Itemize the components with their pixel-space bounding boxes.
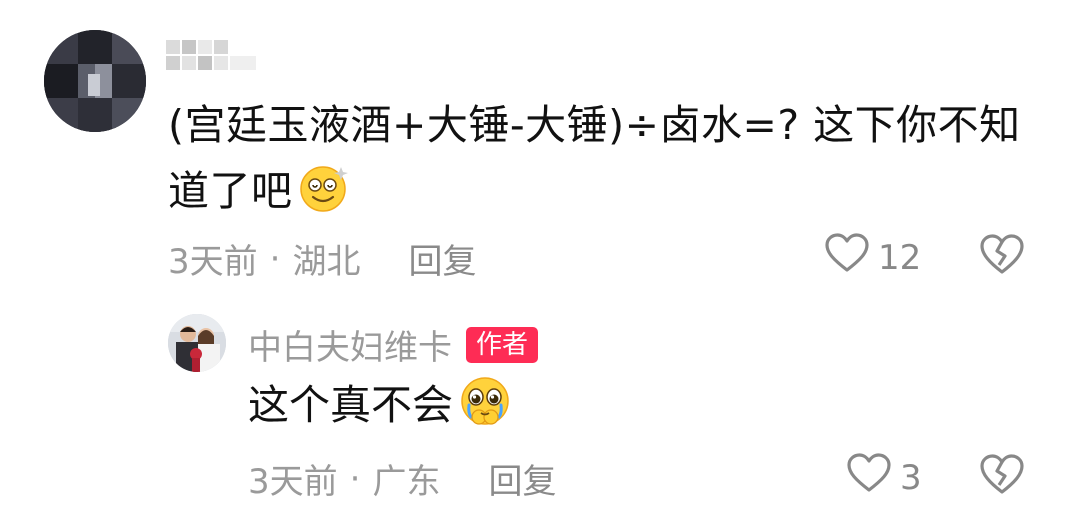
reply-text: 这个真不会: [248, 372, 513, 448]
couple-photo-avatar: [168, 314, 226, 372]
comment-location: 湖北: [292, 242, 361, 282]
reply-username-row: 中白夫妇维卡 作者: [248, 320, 539, 369]
reply-button[interactable]: 回复: [408, 234, 476, 283]
like-count: 12: [878, 237, 922, 278]
author-badge: 作者: [466, 326, 539, 363]
blurred-username-image: [166, 40, 256, 70]
pixelated-avatar-image: [44, 30, 146, 132]
meta-separator: ·: [269, 238, 281, 279]
reply-username[interactable]: 中白夫妇维卡: [248, 320, 452, 369]
broken-heart-icon[interactable]: [978, 452, 1026, 500]
reply-time: 3天前: [248, 462, 338, 502]
reply-body: 这个真不会: [248, 381, 453, 429]
heart-outline-icon: [824, 232, 870, 283]
pleading-face-emoji-icon: [457, 373, 513, 448]
meta-separator: ·: [349, 458, 361, 499]
reply-location: 广东: [372, 462, 441, 502]
like-button[interactable]: 12: [824, 232, 921, 283]
comment-text: (宫廷玉液酒+大锤-大锤)÷卤水=? 这下你不知道了吧: [168, 92, 1048, 234]
username-blurred[interactable]: [166, 38, 258, 72]
reply-like-count: 3: [900, 457, 922, 498]
reply-to-reply-button[interactable]: 回复: [488, 454, 556, 503]
comment-meta: 3天前 · 湖北 回复: [168, 234, 476, 283]
dizzy-smile-emoji-icon: [297, 161, 351, 234]
heart-outline-icon: [846, 452, 892, 503]
reply-like-button[interactable]: 3: [846, 452, 922, 503]
reply-meta: 3天前 · 广东 回复: [248, 454, 556, 503]
reply-avatar[interactable]: [168, 314, 226, 372]
comment-time: 3天前: [168, 242, 258, 282]
broken-heart-icon[interactable]: [978, 232, 1026, 280]
avatar[interactable]: [44, 30, 146, 132]
